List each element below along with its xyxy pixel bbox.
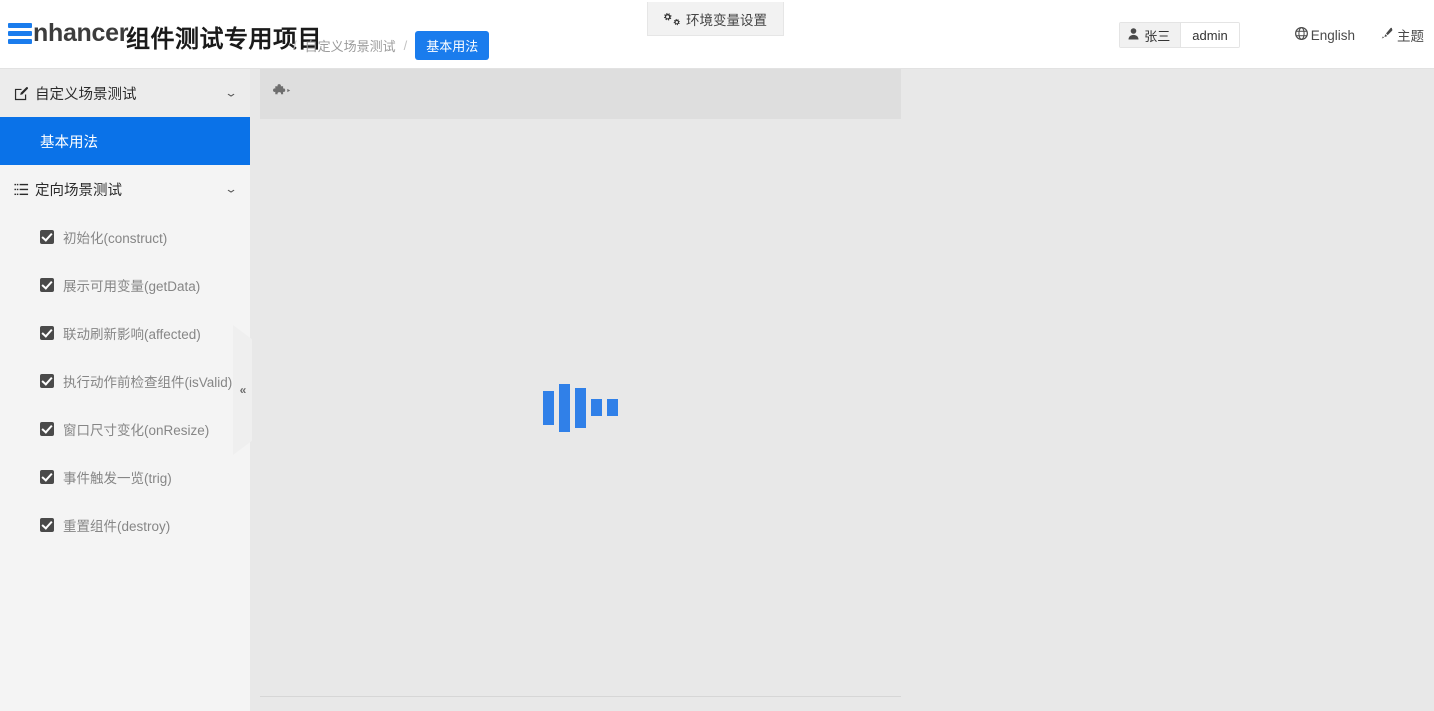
task-list-icon bbox=[14, 182, 29, 197]
sidebar-item-isvalid-label: 执行动作前检查组件(isValid) bbox=[63, 371, 232, 391]
user-name-label: 张三 bbox=[1144, 26, 1170, 45]
sidebar-item-affected[interactable]: 联动刷新影响(affected) bbox=[0, 309, 250, 357]
sidebar-item-getdata-label: 展示可用变量(getData) bbox=[63, 275, 200, 295]
globe-icon bbox=[1295, 27, 1308, 43]
sidebar-collapse-handle[interactable]: « bbox=[233, 325, 252, 455]
theme-label: 主题 bbox=[1397, 25, 1424, 45]
double-chevron-left-icon: « bbox=[240, 383, 246, 397]
sidebar-item-trig[interactable]: 事件触发一览(trig) bbox=[0, 453, 250, 501]
sidebar-group-custom-scenario-label: 自定义场景测试 bbox=[35, 83, 226, 104]
header-right-controls: 张三 admin English 主题 bbox=[1119, 22, 1424, 48]
panel-header bbox=[260, 69, 901, 119]
sidebar-group-directed-scenario-label: 定向场景测试 bbox=[35, 179, 226, 200]
sidebar-item-basic-usage[interactable]: 基本用法 bbox=[0, 117, 250, 165]
sidebar-item-getdata[interactable]: 展示可用变量(getData) bbox=[0, 261, 250, 309]
bar-spinner-loading-icon bbox=[543, 384, 618, 432]
sidebar-item-trig-label: 事件触发一览(trig) bbox=[63, 467, 172, 487]
enhancer-logo-bars-icon bbox=[8, 23, 32, 44]
gears-icon bbox=[664, 12, 680, 26]
checkbox-icon[interactable] bbox=[40, 230, 54, 244]
checkbox-icon[interactable] bbox=[40, 326, 54, 340]
language-label: English bbox=[1311, 28, 1355, 43]
sidebar-item-destroy-label: 重置组件(destroy) bbox=[63, 515, 170, 535]
chevron-down-icon[interactable]: ⌄ bbox=[224, 88, 238, 99]
breadcrumb-separator-1: / bbox=[293, 38, 297, 53]
puzzle-piece-icon bbox=[272, 83, 292, 106]
logo-text: nhancer bbox=[33, 20, 128, 46]
sidebar-item-onresize-label: 窗口尺寸变化(onResize) bbox=[63, 419, 209, 439]
checkbox-icon[interactable] bbox=[40, 422, 54, 436]
breadcrumb-item-active[interactable]: 基本用法 bbox=[415, 31, 489, 60]
top-header: nhancer 组件测试专用项目 / 自定义场景测试 / 基本用法 环境变量设置… bbox=[0, 0, 1434, 69]
checkbox-icon[interactable] bbox=[40, 470, 54, 484]
checkbox-icon[interactable] bbox=[40, 374, 54, 388]
sidebar-item-basic-usage-label: 基本用法 bbox=[40, 131, 98, 152]
chevron-down-icon[interactable]: ⌄ bbox=[224, 184, 238, 195]
checkbox-icon[interactable] bbox=[40, 518, 54, 532]
user-name-cell[interactable]: 张三 bbox=[1120, 23, 1180, 47]
checkbox-icon[interactable] bbox=[40, 278, 54, 292]
user-role-label[interactable]: admin bbox=[1180, 23, 1238, 47]
app-logo[interactable]: nhancer bbox=[8, 20, 128, 46]
env-variable-settings-button[interactable]: 环境变量设置 bbox=[647, 2, 784, 36]
user-icon bbox=[1128, 28, 1139, 43]
sidebar-group-custom-scenario[interactable]: 自定义场景测试 ⌄ bbox=[0, 69, 250, 117]
env-variable-settings-label: 环境变量设置 bbox=[686, 9, 767, 29]
sidebar-item-onresize[interactable]: 窗口尺寸变化(onResize) bbox=[0, 405, 250, 453]
main-content-area bbox=[250, 69, 1434, 711]
sidebar-group-directed-scenario[interactable]: 定向场景测试 ⌄ bbox=[0, 165, 250, 213]
language-switcher[interactable]: English bbox=[1295, 27, 1355, 43]
panel-body bbox=[260, 119, 901, 696]
component-preview-panel bbox=[260, 69, 901, 697]
sidebar-item-isvalid[interactable]: 执行动作前检查组件(isValid) bbox=[0, 357, 250, 405]
edit-square-icon bbox=[14, 86, 29, 101]
breadcrumb-item-parent[interactable]: 自定义场景测试 bbox=[305, 36, 396, 55]
brush-icon bbox=[1381, 27, 1394, 43]
sidebar-item-construct-label: 初始化(construct) bbox=[63, 227, 167, 247]
sidebar-item-affected-label: 联动刷新影响(affected) bbox=[63, 323, 201, 343]
breadcrumb-separator-2: / bbox=[404, 38, 408, 53]
sidebar-item-construct[interactable]: 初始化(construct) bbox=[0, 213, 250, 261]
breadcrumb: / 自定义场景测试 / 基本用法 bbox=[293, 31, 489, 60]
sidebar-item-destroy[interactable]: 重置组件(destroy) bbox=[0, 501, 250, 549]
user-badge[interactable]: 张三 admin bbox=[1119, 22, 1239, 48]
sidebar: 自定义场景测试 ⌄ 基本用法 定向场景测试 ⌄ 初始化(construct) 展… bbox=[0, 69, 250, 711]
theme-switcher[interactable]: 主题 bbox=[1381, 25, 1424, 45]
